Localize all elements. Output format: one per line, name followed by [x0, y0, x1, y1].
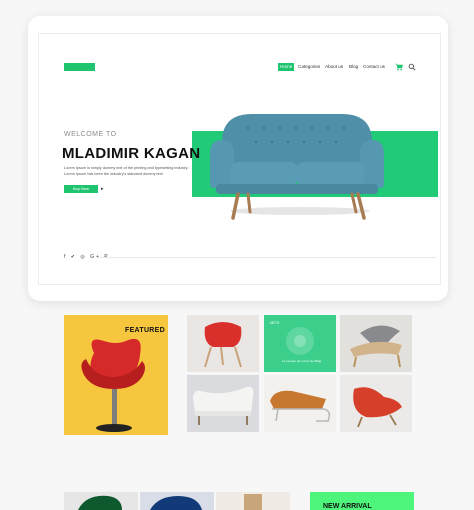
hero-welcome: WELCOME TO [64, 131, 117, 138]
featured-label: FEATURED [125, 327, 165, 334]
hero-title: MLADIMIR KAGAN [62, 145, 201, 162]
nav-contact-us[interactable]: Contact us [363, 63, 385, 71]
nav-home[interactable]: Home [278, 63, 295, 71]
product-tile-shell-chair[interactable] [340, 315, 412, 372]
product-tile-daybed[interactable] [264, 375, 336, 432]
nav-about-us[interactable]: About us [325, 63, 343, 71]
product-card-blue-chair[interactable] [140, 492, 214, 510]
site-logo[interactable] [64, 63, 95, 71]
red-lounge-chair-image [204, 322, 242, 368]
nav-categories[interactable]: Categories [298, 63, 320, 71]
hero-divider [98, 257, 436, 258]
sofa-image [210, 114, 384, 220]
product-tile-green-promo[interactable]: NETS Le mesure du Lorem de Miag [264, 315, 336, 372]
nav-blog[interactable]: Blog [349, 63, 358, 71]
product-tile-red-shell-chair[interactable] [340, 375, 412, 432]
product-tile-white-sofa[interactable] [187, 375, 259, 432]
product-card-wood-chair[interactable] [216, 492, 290, 510]
product-card-green-chair[interactable] [64, 492, 138, 510]
orange-daybed-image [270, 390, 331, 422]
promo-caption: Le mesure du Lorem de Miag [282, 359, 322, 363]
buy-now-button[interactable]: Buy Now [64, 185, 98, 193]
new-arrival-label: NEW ARRIVAL [323, 503, 372, 510]
product-tile-red-chair[interactable] [187, 315, 259, 372]
green-chair-image [78, 495, 122, 510]
red-shell-chair-image [353, 387, 402, 428]
shell-chair-image [350, 325, 402, 368]
search-icon[interactable] [408, 63, 416, 71]
white-sofa-image [193, 386, 254, 425]
promo-tag: NETS [270, 321, 280, 325]
wood-chair-image [244, 494, 262, 510]
arrow-icon[interactable]: ▸ [101, 186, 104, 192]
cart-icon[interactable] [395, 63, 403, 71]
blue-chair-image [150, 496, 202, 510]
hero-description: Lorem Ipsum is simply dummy text of the … [64, 166, 189, 176]
